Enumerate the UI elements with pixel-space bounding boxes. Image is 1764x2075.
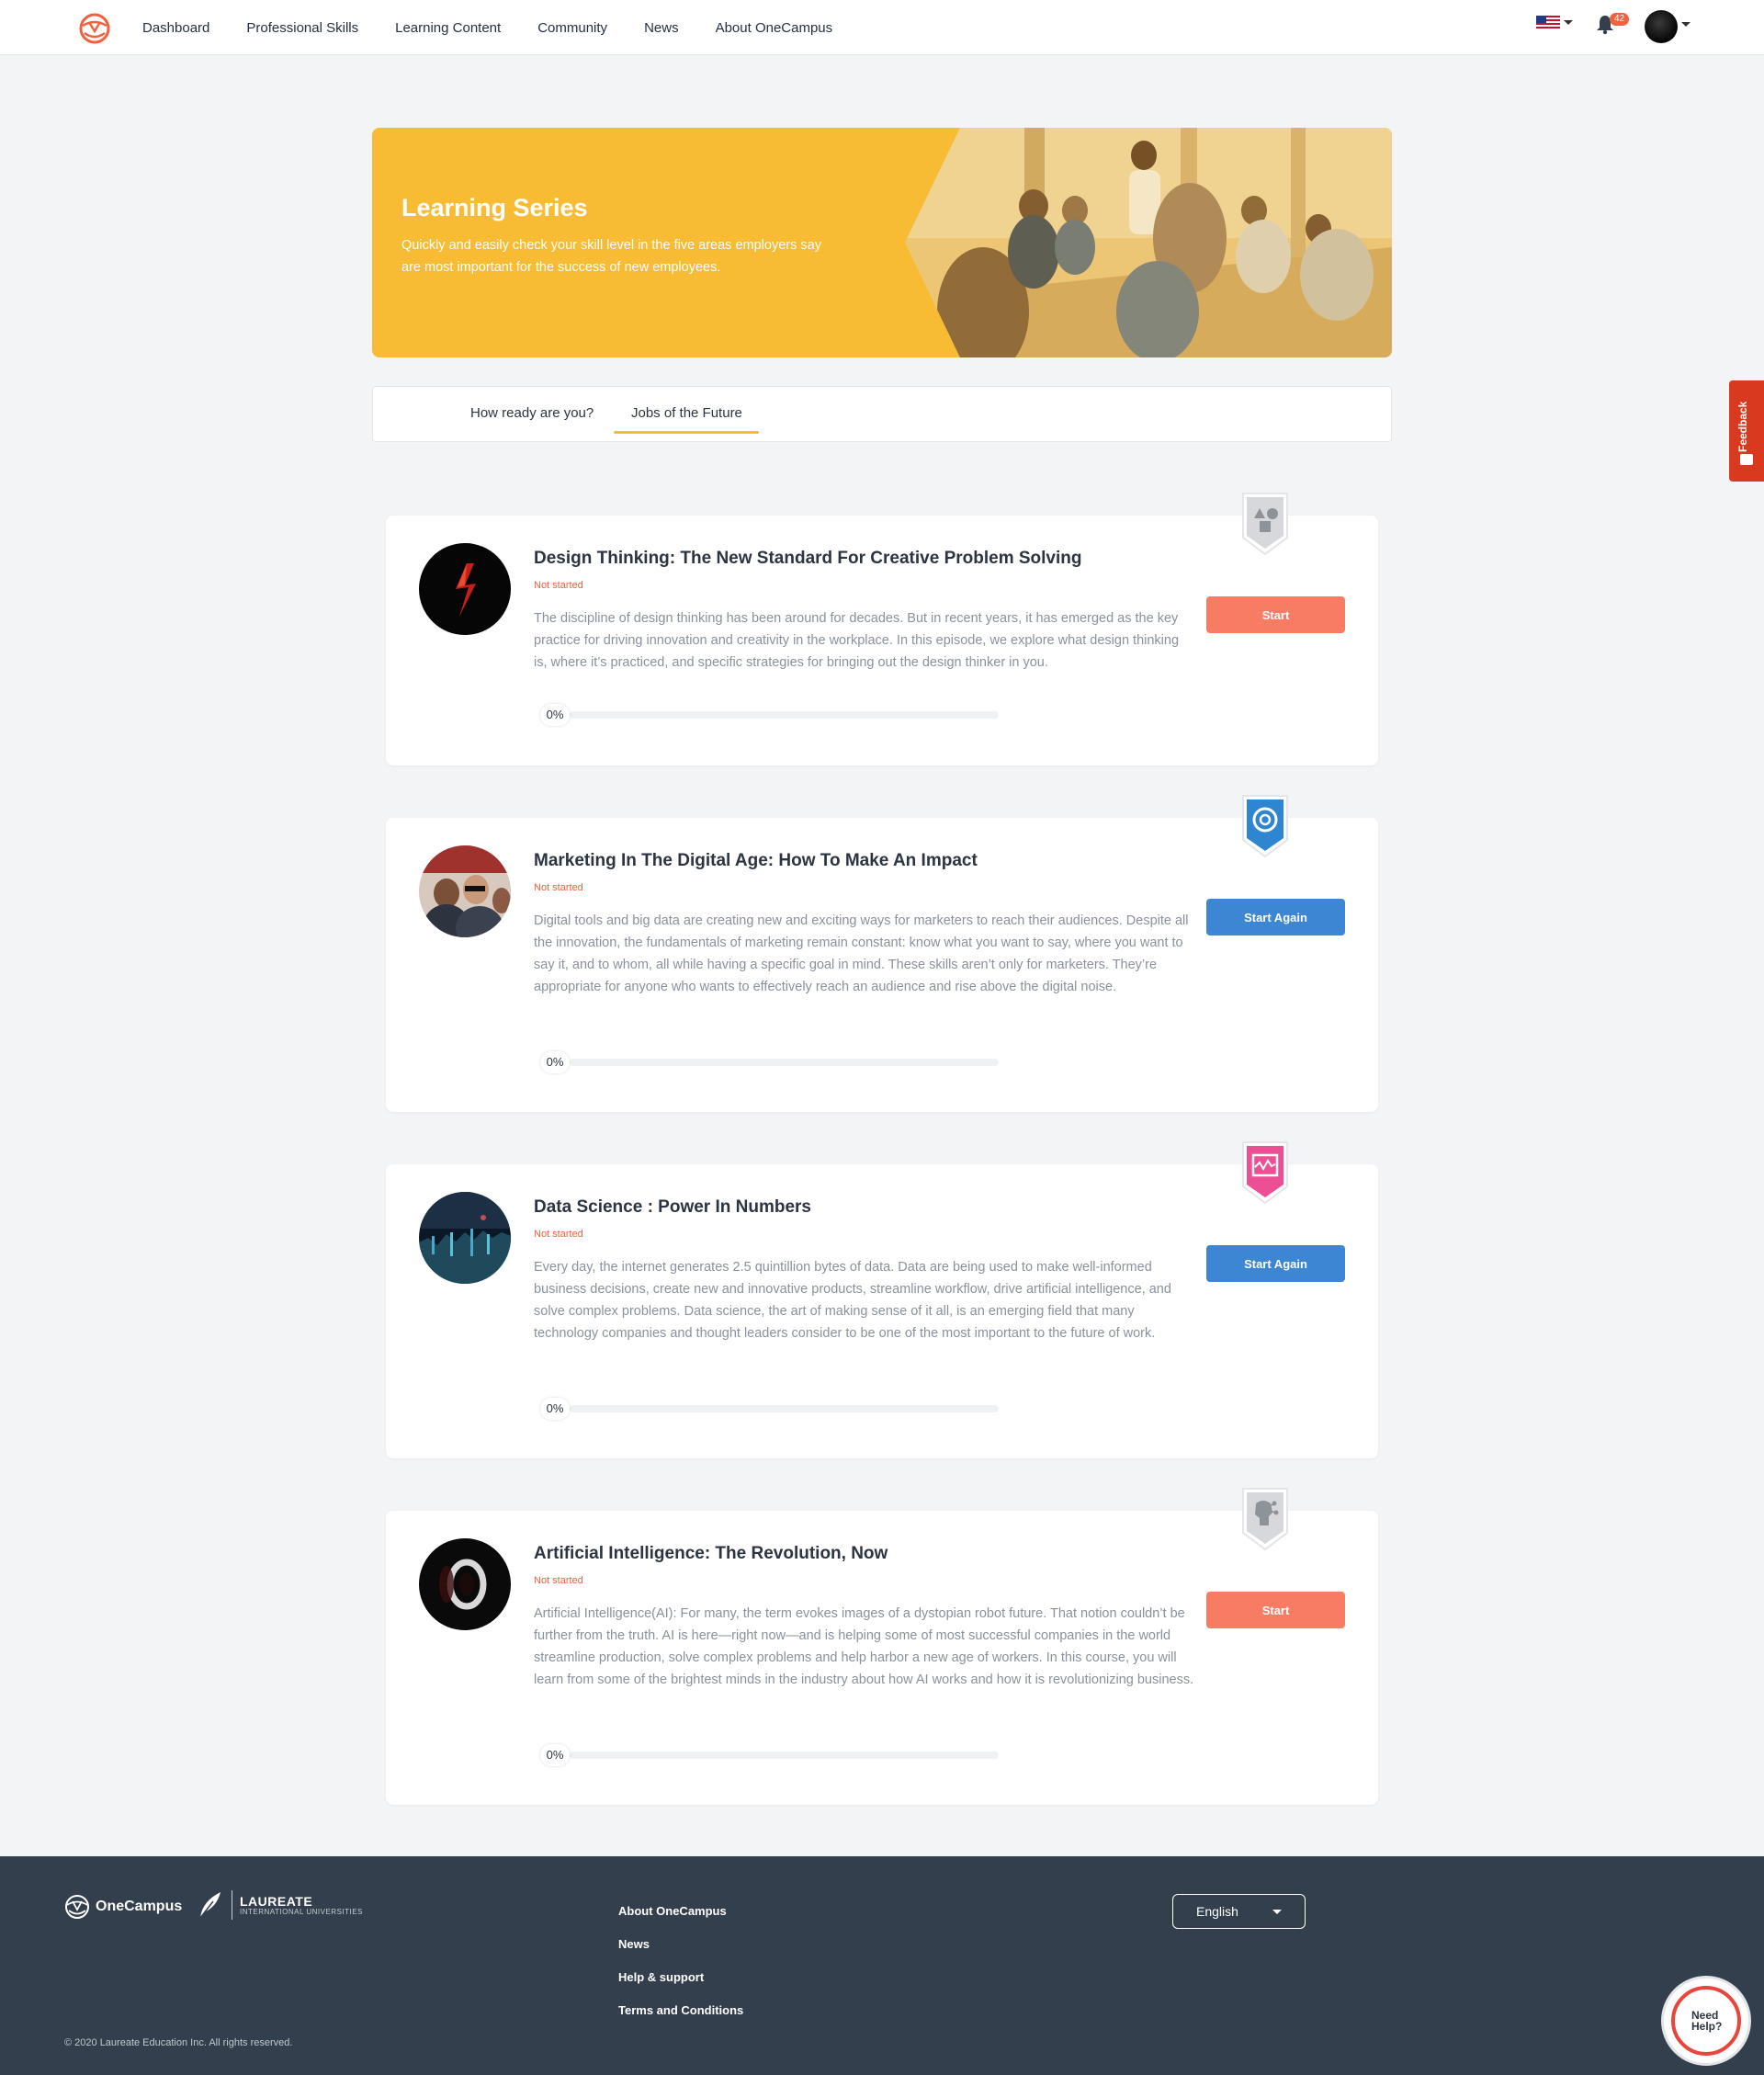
laureate-footer-logo[interactable]: LAUREATE INTERNATIONAL UNIVERSITIES <box>197 1890 363 1920</box>
feedback-tab[interactable]: Feedback <box>1729 380 1764 482</box>
need-help-button[interactable]: Need Help? <box>1661 1976 1751 2066</box>
course-status: Not started <box>534 882 583 893</box>
main-nav: Dashboard Professional Skills Learning C… <box>142 0 832 55</box>
footer-links: About OneCampus News Help & support Term… <box>618 1904 743 2036</box>
progress-bar <box>570 711 999 719</box>
chevron-down-icon <box>1272 1910 1282 1914</box>
course-card: Design Thinking: The New Standard For Cr… <box>386 493 1378 765</box>
course-thumbnail <box>419 1538 511 1630</box>
help-bubble-icon: Need Help? <box>1671 1986 1741 2056</box>
ai-head-icon <box>1242 1488 1288 1551</box>
onecampus-globe-logo-icon[interactable] <box>79 13 110 44</box>
footer-link-news[interactable]: News <box>618 1937 743 1952</box>
notification-count-badge: 42 <box>1610 13 1630 26</box>
course-description: The discipline of design thinking has be… <box>534 611 1180 670</box>
feedback-icon <box>1740 454 1753 465</box>
user-avatar[interactable] <box>1645 10 1678 43</box>
footer-link-about[interactable]: About OneCampus <box>618 1904 743 1919</box>
language-select[interactable]: English <box>1172 1894 1306 1929</box>
nav-dashboard[interactable]: Dashboard <box>142 20 209 36</box>
laureate-name: LAUREATE INTERNATIONAL UNIVERSITIES <box>240 1893 363 1916</box>
laureate-subtitle: INTERNATIONAL UNIVERSITIES <box>240 1907 363 1916</box>
series-tabs: How ready are you? Jobs of the Future <box>372 386 1392 442</box>
course-card: Marketing In The Digital Age: How To Mak… <box>386 795 1378 1112</box>
course-thumbnail <box>419 1192 511 1284</box>
user-menu-caret-icon[interactable] <box>1681 22 1690 27</box>
target-icon <box>1242 795 1288 858</box>
progress-bar <box>570 1059 999 1066</box>
banner-title: Learning Series <box>401 194 588 221</box>
course-card: Artificial Intelligence: The Revolution,… <box>386 1488 1378 1805</box>
course-description: Artificial Intelligence(AI): For many, t… <box>534 1606 1194 1687</box>
copyright: © 2020 Laureate Education Inc. All right… <box>64 2037 293 2048</box>
nav-community[interactable]: Community <box>537 20 607 36</box>
footer-link-terms[interactable]: Terms and Conditions <box>618 2003 743 2018</box>
course-card: Data Science : Power In Numbers Not star… <box>386 1141 1378 1458</box>
start-again-button[interactable]: Start Again <box>1206 1245 1345 1282</box>
course-title[interactable]: Data Science : Power In Numbers <box>534 1197 811 1218</box>
laurel-leaf-icon <box>199 1892 220 1919</box>
course-thumbnail <box>419 543 511 635</box>
course-title[interactable]: Marketing In The Digital Age: How To Mak… <box>534 851 978 871</box>
start-button[interactable]: Start <box>1206 1592 1345 1628</box>
nav-professional-skills[interactable]: Professional Skills <box>246 20 358 36</box>
active-tab-indicator <box>614 431 759 434</box>
course-status: Not started <box>534 580 583 591</box>
course-title[interactable]: Artificial Intelligence: The Revolution,… <box>534 1544 888 1564</box>
course-thumbnail <box>419 845 511 937</box>
onecampus-footer-logo[interactable]: OneCampus <box>64 1894 182 1920</box>
course-description: Every day, the internet generates 2.5 qu… <box>534 1260 1171 1341</box>
progress-label: 0% <box>540 704 570 726</box>
footer-link-help[interactable]: Help & support <box>618 1970 743 1985</box>
shapes-icon <box>1242 493 1288 556</box>
us-flag-icon[interactable] <box>1536 16 1560 30</box>
start-button[interactable]: Start <box>1206 596 1345 633</box>
progress-bar <box>570 1752 999 1759</box>
footer-brand: OneCampus <box>96 1899 183 1914</box>
start-again-button[interactable]: Start Again <box>1206 899 1345 935</box>
course-status: Not started <box>534 1575 583 1586</box>
tab-jobs-of-the-future[interactable]: Jobs of the Future <box>631 405 742 421</box>
nav-about-onecampus[interactable]: About OneCampus <box>716 20 833 36</box>
feedback-label: Feedback <box>1736 401 1749 452</box>
tab-how-ready-are-you[interactable]: How ready are you? <box>470 405 594 421</box>
banner-subtitle: Quickly and easily check your skill leve… <box>401 238 821 275</box>
progress-bar <box>570 1405 999 1412</box>
learning-series-banner: Learning Series Quickly and easily check… <box>372 128 1392 357</box>
progress-label: 0% <box>540 1398 570 1420</box>
progress-label: 0% <box>540 1744 570 1766</box>
course-title[interactable]: Design Thinking: The New Standard For Cr… <box>534 549 1081 569</box>
top-navbar: Dashboard Professional Skills Learning C… <box>0 0 1764 55</box>
progress-label: 0% <box>540 1051 570 1073</box>
language-value: English <box>1196 1904 1238 1919</box>
language-caret-icon[interactable] <box>1564 20 1573 25</box>
course-description: Digital tools and big data are creating … <box>534 913 1189 994</box>
nav-learning-content[interactable]: Learning Content <box>395 20 501 36</box>
nav-news[interactable]: News <box>644 20 679 36</box>
banner-photo <box>905 128 1392 357</box>
need-help-label: Need Help? <box>1691 2009 1723 2033</box>
course-status: Not started <box>534 1229 583 1240</box>
globe-icon <box>65 1895 89 1919</box>
footer: OneCampus LAUREATE INTERNATIONAL UNIVERS… <box>0 1856 1764 2075</box>
data-chart-icon <box>1242 1141 1288 1205</box>
